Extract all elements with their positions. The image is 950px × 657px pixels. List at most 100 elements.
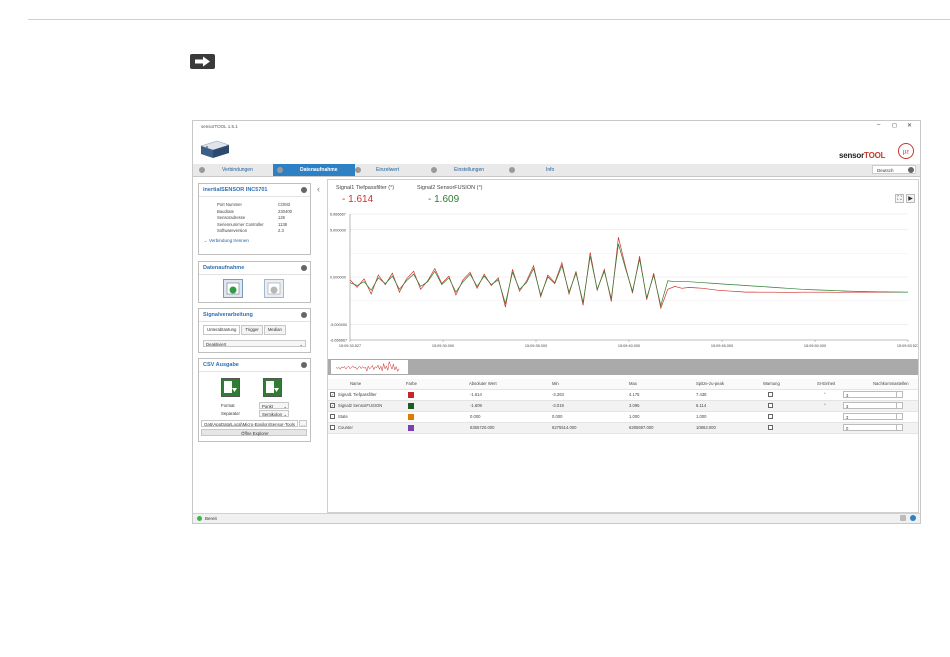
open-explorer-button[interactable]: Öffne Explorer	[201, 429, 307, 436]
row-checkbox[interactable]	[330, 414, 335, 419]
signal1-value: - 1.614	[342, 194, 374, 205]
table-header: Name Farbe Absoluter Wert Min Max Spitze…	[328, 379, 918, 390]
csv-start-button[interactable]	[221, 378, 240, 397]
tab-einzelwert[interactable]: Einzelwert	[351, 164, 431, 176]
stepper-arrows-icon[interactable]	[896, 392, 902, 397]
stepper-arrows-icon[interactable]	[896, 425, 902, 430]
header-abs: Absoluter Wert	[469, 381, 497, 386]
info-icon[interactable]	[910, 515, 916, 521]
browse-button[interactable]: …	[299, 420, 307, 427]
header-unit: SI-Einheit	[817, 381, 836, 386]
separator-label: Separator	[221, 411, 240, 416]
row-warning-checkbox[interactable]	[768, 392, 773, 397]
series-line-2	[349, 243, 909, 307]
stop-recording-button[interactable]	[264, 279, 284, 298]
tab-datenaufnahme[interactable]: Datenaufnahme	[273, 164, 355, 176]
start-recording-button[interactable]	[223, 279, 243, 298]
signal2-label: Signal2 SensorFUSION (°)	[417, 185, 483, 191]
row-abs: 0.000	[470, 414, 481, 419]
row-min: -3.019	[552, 403, 564, 408]
header-name: Name	[350, 381, 362, 386]
chevron-down-icon: ⌄	[283, 404, 287, 409]
main-tabbar: Verbindungen Datenaufnahme Einzelwert Ei…	[193, 164, 920, 177]
separator-select[interactable]: Semikolon ⌄	[259, 410, 289, 417]
sensor-panel: inertialSENSOR INC5701 Port Nummer COM3 B…	[198, 183, 311, 255]
format-select[interactable]: Punkt ⌄	[259, 402, 289, 409]
subtab-median[interactable]: Median	[263, 325, 286, 335]
language-select[interactable]: Deutsch	[872, 165, 916, 174]
row-color-swatch[interactable]	[408, 414, 414, 420]
play-button[interactable]: ▶	[906, 194, 915, 203]
acquisition-panel-title: Datenaufnahme	[199, 262, 310, 275]
row-decimals-stepper[interactable]: 3	[843, 413, 903, 420]
downsampling-select[interactable]: Deaktiviert ⌄	[203, 340, 306, 347]
downsampling-value: Deaktiviert	[206, 342, 227, 347]
row-warning-checkbox[interactable]	[768, 403, 773, 408]
row-p2p: 10863.000	[696, 425, 716, 430]
window-title: sensorTOOL 1.5.1	[201, 124, 238, 129]
row-abs: 6355720.000	[470, 425, 495, 430]
row-decimals-stepper[interactable]: 3	[843, 402, 903, 409]
header-color: Farbe	[406, 381, 417, 386]
fullscreen-button[interactable]: ⛶	[895, 194, 904, 203]
tab-info[interactable]: Info	[507, 164, 579, 176]
x-tick-label: 15:09:45.000	[711, 344, 733, 348]
collapse-icon[interactable]	[301, 362, 307, 368]
header-min: Min	[552, 381, 559, 386]
title-bar: sensorTOOL 1.5.1 – ◻ ✕	[193, 121, 920, 131]
tab-verbindungen[interactable]: Verbindungen	[195, 164, 275, 176]
subtab-trigger[interactable]: Trigger	[241, 325, 263, 335]
close-icon[interactable]: ✕	[907, 122, 912, 129]
csv-panel: CSV Ausgabe Format Punkt ⌄ Separator Semi…	[198, 358, 311, 442]
disconnect-link[interactable]: → Verbindung trennen	[199, 238, 310, 243]
gear-icon	[199, 166, 205, 173]
row-unit: °	[824, 392, 826, 397]
csv-stop-icon	[266, 381, 279, 393]
row-decimals-stepper[interactable]: 0	[843, 424, 903, 431]
maximize-icon[interactable]: ◻	[892, 122, 897, 129]
csv-stop-button[interactable]	[263, 378, 282, 397]
row-color-swatch[interactable]	[408, 403, 414, 409]
screenshot-icon[interactable]	[900, 515, 906, 521]
row-warning-checkbox[interactable]	[768, 414, 773, 419]
arrow-right-icon	[190, 54, 215, 69]
row-checkbox[interactable]: ✓	[330, 392, 335, 397]
page-divider	[28, 19, 950, 20]
overview-strip[interactable]	[328, 359, 918, 375]
row-p2p: 6.114	[696, 403, 707, 408]
stepper-arrows-icon[interactable]	[896, 403, 902, 408]
y-tick-label: -6.666667	[330, 339, 347, 343]
chevron-down-icon	[908, 167, 914, 173]
table-row: ✓ Signal2 SensorFUSION -1.609 -3.019 3.095 6.…	[328, 401, 918, 412]
row-warning-checkbox[interactable]	[768, 425, 773, 430]
header-decimals: Nachkommastellen	[873, 381, 909, 386]
table-row: ✓ Signal1 Tiefpassfilter -1.614 -3.263 4.175…	[328, 390, 918, 401]
tab-einstellungen[interactable]: Einstellungen	[429, 164, 509, 176]
collapse-icon[interactable]	[301, 265, 307, 271]
format-label: Format	[221, 403, 235, 408]
row-color-swatch[interactable]	[408, 392, 414, 398]
sensor-panel-title: inertialSENSOR INC5701	[199, 184, 310, 197]
signal1-label: Signal1 Tiefpassfilter (°)	[336, 185, 395, 191]
chart-area: Signal1 Tiefpassfilter (°) - 1.614 Signa…	[327, 179, 919, 513]
sensor-device-icon	[200, 140, 230, 158]
stepper-arrows-icon[interactable]	[896, 414, 902, 419]
collapse-sidebar-icon[interactable]: ‹	[317, 184, 320, 194]
subtab-unterabtastung[interactable]: Unterabtastung	[203, 325, 241, 335]
row-color-swatch[interactable]	[408, 425, 414, 431]
value-icon	[355, 166, 361, 173]
x-tick-label: 15:09:53.527	[897, 344, 918, 348]
row-checkbox[interactable]	[330, 425, 335, 430]
header-warning: Warnung	[763, 381, 780, 386]
row-decimals-stepper[interactable]: 3	[843, 391, 903, 398]
row-checkbox[interactable]: ✓	[330, 403, 335, 408]
record-icon	[277, 166, 283, 173]
decimals-value: 3	[846, 415, 849, 420]
collapse-icon[interactable]	[301, 312, 307, 318]
status-ok-icon	[197, 516, 202, 521]
row-p2p: 1.000	[696, 414, 707, 419]
csv-path-input[interactable]: Oa5\AppData\Local\Micro-Epsilon\Sensor-T…	[201, 420, 298, 427]
minimize-icon[interactable]: –	[877, 122, 880, 128]
micro-epsilon-logo-icon: με	[898, 143, 914, 159]
collapse-icon[interactable]	[301, 187, 307, 193]
